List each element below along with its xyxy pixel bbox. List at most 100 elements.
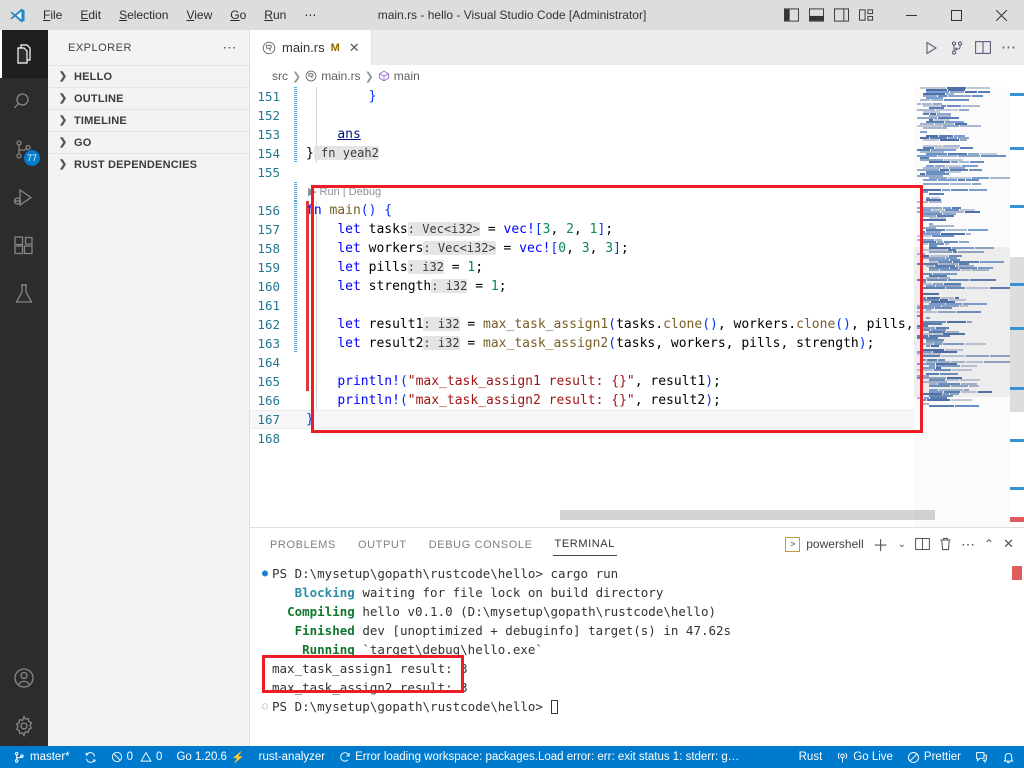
status-go-live[interactable]: Go Live: [829, 746, 900, 768]
terminal-icon: >: [785, 536, 801, 552]
sidebar-item-testing[interactable]: [0, 270, 48, 318]
status-branch[interactable]: master*: [6, 746, 77, 768]
code-line-151[interactable]: 151 }: [250, 87, 1024, 106]
code-line-158[interactable]: 158 let workers: Vec<i32> = vec![0, 3, 3…: [250, 239, 1024, 258]
menu-bar[interactable]: FFileile Edit Selection View Go Run ⋯: [34, 4, 325, 26]
status-problems[interactable]: 0 0: [104, 746, 170, 768]
code-line-165[interactable]: 165 println!("max_task_assign1 result: {…: [250, 372, 1024, 391]
menu-run[interactable]: Run: [255, 4, 295, 26]
minimap-token: [926, 399, 950, 401]
code-editor[interactable]: 151 } 152 153 ans 154 } fn yeah2 155 ▶ R…: [250, 87, 1024, 547]
sidebar-item-extensions[interactable]: [0, 222, 48, 270]
editor-more-actions-icon[interactable]: ⋯: [1001, 40, 1016, 55]
sidebar-section-outline[interactable]: ❯ OUTLINE: [48, 87, 249, 109]
line-number: 156: [257, 203, 280, 218]
line-number: 166: [257, 393, 280, 408]
inlay-hint-type: : Vec<i32>: [423, 241, 496, 255]
tab-main-rs[interactable]: main.rs M ✕: [250, 30, 372, 65]
sidebar-section-rust-dependencies[interactable]: ❯ RUST DEPENDENCIES: [48, 153, 249, 175]
panel-more-actions-icon[interactable]: ⋯: [961, 537, 975, 551]
split-terminal-icon[interactable]: [915, 537, 930, 551]
menu-edit[interactable]: Edit: [71, 4, 110, 26]
minimize-button[interactable]: [889, 0, 934, 30]
status-go-version[interactable]: Go 1.20.6 ⚡: [169, 746, 251, 768]
sidebar-section-hello[interactable]: ❯ HELLO: [48, 65, 249, 87]
sidebar-item-explorer[interactable]: [0, 30, 48, 78]
menu-more[interactable]: ⋯: [295, 4, 325, 26]
sidebar-more-actions-icon[interactable]: ⋯: [223, 39, 238, 56]
layout-controls[interactable]: [780, 4, 877, 26]
code-line-164[interactable]: 164: [250, 353, 1024, 372]
code-line-154[interactable]: 154 } fn yeah2: [250, 144, 1024, 163]
code-line-162[interactable]: 162 let result1: i32 = max_task_assign1(…: [250, 315, 1024, 334]
accounts-icon[interactable]: [0, 654, 48, 702]
tab-terminal[interactable]: TERMINAL: [552, 532, 617, 556]
status-rust-analyzer[interactable]: rust-analyzer: [252, 746, 332, 768]
toggle-panel-icon[interactable]: [805, 4, 827, 26]
menu-go[interactable]: Go: [221, 4, 255, 26]
maximize-button[interactable]: [934, 0, 979, 30]
close-panel-icon[interactable]: ✕: [1003, 536, 1014, 552]
chevron-down-icon[interactable]: ⌄: [898, 539, 906, 550]
editor-minimap[interactable]: [914, 87, 1010, 547]
maximize-panel-icon[interactable]: ⌃: [984, 537, 994, 551]
toggle-secondary-sidebar-icon[interactable]: [830, 4, 852, 26]
terminal-line: max_task_assign2 result: 3: [258, 678, 1024, 697]
sidebar-item-run-and-debug[interactable]: [0, 174, 48, 222]
sidebar-item-search[interactable]: [0, 78, 48, 126]
sidebar-section-go[interactable]: ❯ GO: [48, 131, 249, 153]
status-workspace-error[interactable]: Error loading workspace: packages.Load e…: [332, 746, 746, 768]
toggle-primary-sidebar-icon[interactable]: [780, 4, 802, 26]
sidebar-header: EXPLORER ⋯: [48, 30, 249, 65]
run-code-icon[interactable]: [923, 40, 939, 56]
minimap-slider[interactable]: [914, 247, 1010, 397]
close-button[interactable]: [979, 0, 1024, 30]
line-number: 162: [257, 317, 280, 332]
minimap-token: [920, 243, 929, 245]
status-sync[interactable]: [77, 746, 104, 768]
code-line-156[interactable]: 156 fn main() {: [250, 201, 1024, 220]
code-line-166[interactable]: 166 println!("max_task_assign2 result: {…: [250, 391, 1024, 410]
code-line-160[interactable]: 160 let strength: i32 = 1;: [250, 277, 1024, 296]
split-editor-icon[interactable]: [975, 40, 991, 55]
tab-close-icon[interactable]: ✕: [346, 40, 363, 56]
code-line-153[interactable]: 153 ans: [250, 125, 1024, 144]
sidebar-item-source-control[interactable]: 77: [0, 126, 48, 174]
minimap-token: [977, 91, 991, 93]
tab-problems[interactable]: PROBLEMS: [268, 533, 338, 556]
code-line-161[interactable]: 161: [250, 296, 1024, 315]
breadcrumb-src[interactable]: src: [272, 69, 288, 83]
code-line-157[interactable]: 157 let tasks: Vec<i32> = vec![3, 2, 1];: [250, 220, 1024, 239]
status-feedback[interactable]: [968, 746, 995, 768]
editor-vertical-scrollbar[interactable]: [1010, 87, 1024, 547]
kill-terminal-icon[interactable]: [939, 537, 952, 551]
editor-horizontal-scrollbar[interactable]: [560, 510, 935, 520]
run-and-debug-icon[interactable]: [949, 40, 965, 56]
breadcrumb-main-rs[interactable]: main.rs: [321, 69, 360, 83]
code-line-152[interactable]: 152: [250, 106, 1024, 125]
breadcrumb-main[interactable]: main: [394, 69, 420, 83]
status-notifications[interactable]: [995, 746, 1022, 768]
code-line-159[interactable]: 159 let pills: i32 = 1;: [250, 258, 1024, 277]
terminal-scrollbar-mark[interactable]: [1012, 566, 1022, 580]
codelens-run-debug[interactable]: ▶ Run | Debug: [250, 182, 1024, 201]
code-line-167[interactable]: 167 }: [250, 410, 1024, 429]
sidebar-section-timeline[interactable]: ❯ TIMELINE: [48, 109, 249, 131]
terminal-output[interactable]: ● PS D:\mysetup\gopath\rustcode\hello> c…: [250, 560, 1024, 749]
tab-output[interactable]: OUTPUT: [356, 533, 409, 556]
code-line-168[interactable]: 168: [250, 429, 1024, 448]
minimap-token: [959, 161, 969, 163]
minimap-token: [980, 155, 1006, 157]
status-language-mode[interactable]: Rust: [792, 746, 830, 768]
tab-debug-console[interactable]: DEBUG CONSOLE: [427, 533, 535, 556]
menu-selection[interactable]: Selection: [110, 4, 177, 26]
gear-icon[interactable]: [0, 702, 48, 750]
code-line-163[interactable]: 163 let result2: i32 = max_task_assign2(…: [250, 334, 1024, 353]
code-line-155[interactable]: 155: [250, 163, 1024, 182]
menu-file[interactable]: FFileile: [34, 4, 71, 26]
status-prettier[interactable]: Prettier: [900, 746, 968, 768]
menu-view[interactable]: View: [177, 4, 221, 26]
customize-layout-icon[interactable]: [855, 4, 877, 26]
terminal-selector[interactable]: > powershell: [785, 536, 864, 552]
new-terminal-icon[interactable]: ＋: [873, 532, 889, 556]
